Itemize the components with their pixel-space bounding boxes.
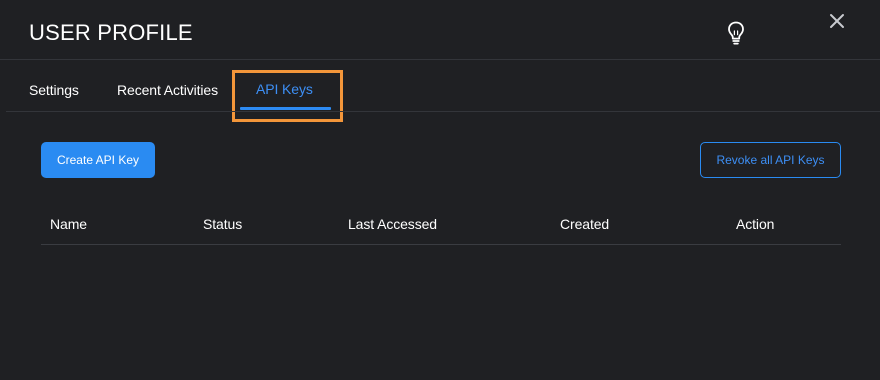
column-header-name: Name bbox=[50, 216, 87, 232]
revoke-all-api-keys-button[interactable]: Revoke all API Keys bbox=[700, 142, 841, 178]
tab-recent-activities[interactable]: Recent Activities bbox=[117, 82, 218, 98]
close-icon[interactable] bbox=[826, 10, 848, 32]
api-keys-table: Name Status Last Accessed Created Action bbox=[41, 204, 841, 245]
tab-highlight-box bbox=[232, 70, 343, 122]
user-profile-modal: USER PROFILE Settings Recent Activities … bbox=[0, 0, 880, 380]
column-header-created: Created bbox=[560, 216, 610, 232]
lightbulb-icon[interactable] bbox=[724, 20, 748, 46]
column-header-last-accessed: Last Accessed bbox=[348, 216, 437, 232]
column-header-status: Status bbox=[203, 216, 243, 232]
create-api-key-button[interactable]: Create API Key bbox=[41, 142, 155, 178]
column-header-action: Action bbox=[736, 216, 775, 232]
modal-title: USER PROFILE bbox=[29, 20, 193, 45]
tab-settings[interactable]: Settings bbox=[29, 82, 79, 98]
tabs-divider bbox=[6, 111, 880, 112]
tab-bar: Settings Recent Activities API Keys bbox=[0, 60, 880, 111]
